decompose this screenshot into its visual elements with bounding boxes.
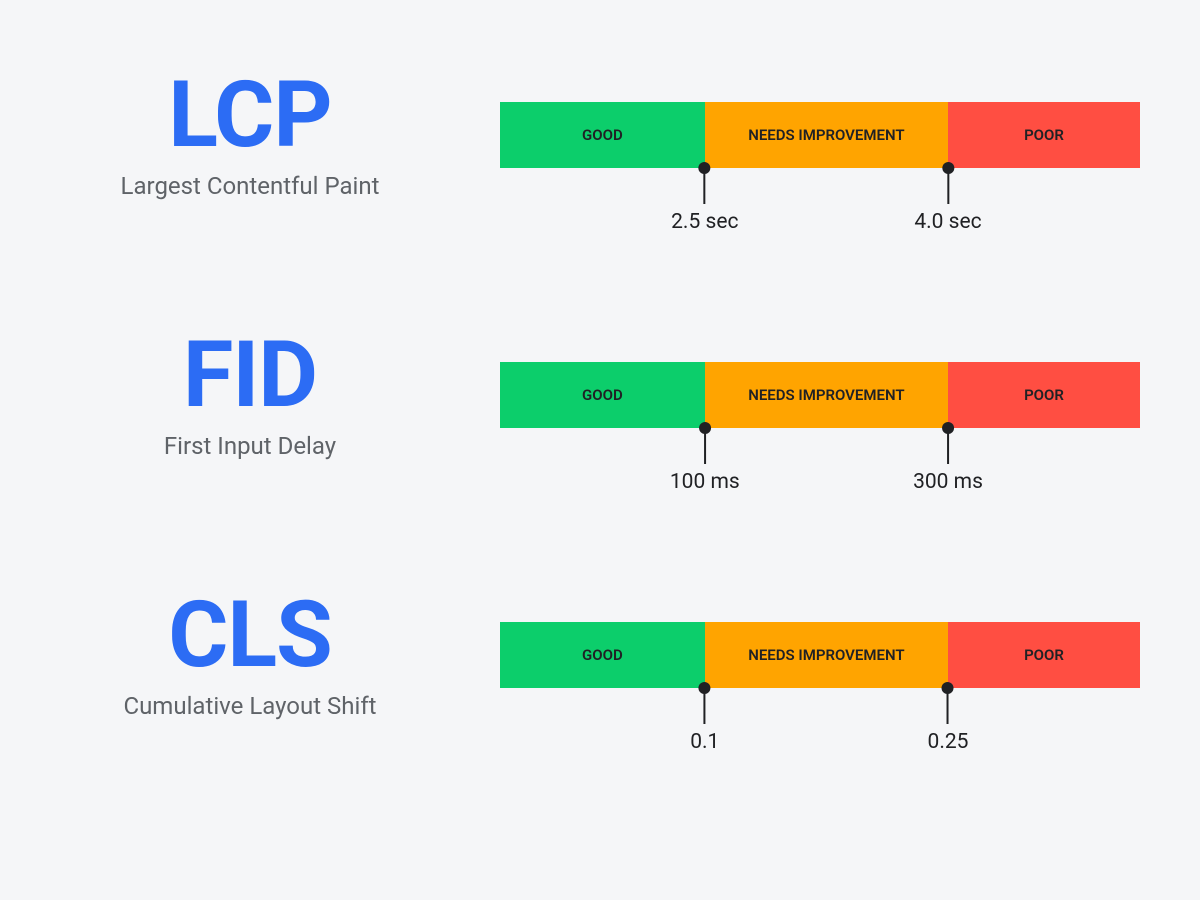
marker-line-icon [704, 172, 706, 204]
metric-abbr-cls: CLS [168, 590, 332, 682]
segment-poor-cls: POOR [948, 622, 1140, 688]
scale-bar-cls: GOOD NEEDS IMPROVEMENT POOR [500, 622, 1140, 688]
threshold-marker-lcp-1: 2.5 sec [671, 162, 738, 234]
segment-good-fid: GOOD [500, 362, 705, 428]
metric-abbr-fid: FID [183, 330, 317, 422]
segment-mid-lcp: NEEDS IMPROVEMENT [705, 102, 948, 168]
threshold-value-fid-2: 300 ms [913, 470, 983, 494]
segment-poor-fid: POOR [948, 362, 1140, 428]
metric-row-fid: FID First Input Delay GOOD NEEDS IMPROVE… [60, 330, 1140, 460]
metric-fullname-lcp: Largest Contentful Paint [121, 172, 380, 200]
threshold-marker-cls-1: 0.1 [690, 682, 719, 754]
core-web-vitals-diagram: LCP Largest Contentful Paint GOOD NEEDS … [60, 50, 1140, 720]
segment-good-cls: GOOD [500, 622, 705, 688]
segment-good-lcp: GOOD [500, 102, 705, 168]
threshold-marker-cls-2: 0.25 [928, 682, 969, 754]
scale-cls: GOOD NEEDS IMPROVEMENT POOR 0.1 0.25 [500, 622, 1140, 688]
segment-mid-cls: NEEDS IMPROVEMENT [705, 622, 948, 688]
threshold-value-cls-1: 0.1 [690, 730, 719, 754]
threshold-marker-fid-1: 100 ms [670, 422, 740, 494]
marker-line-icon [704, 692, 706, 724]
segment-mid-fid: NEEDS IMPROVEMENT [705, 362, 948, 428]
marker-line-icon [947, 432, 949, 464]
scale-fid: GOOD NEEDS IMPROVEMENT POOR 100 ms 300 m… [500, 362, 1140, 428]
scale-lcp: GOOD NEEDS IMPROVEMENT POOR 2.5 sec 4.0 … [500, 102, 1140, 168]
metric-abbr-lcp: LCP [168, 70, 331, 162]
scale-bar-fid: GOOD NEEDS IMPROVEMENT POOR [500, 362, 1140, 428]
marker-line-icon [704, 432, 706, 464]
threshold-marker-fid-2: 300 ms [913, 422, 983, 494]
metric-label-cls: CLS Cumulative Layout Shift [60, 590, 440, 720]
metric-row-lcp: LCP Largest Contentful Paint GOOD NEEDS … [60, 70, 1140, 200]
threshold-marker-lcp-2: 4.0 sec [914, 162, 981, 234]
threshold-value-cls-2: 0.25 [928, 730, 969, 754]
metric-fullname-fid: First Input Delay [164, 432, 336, 460]
metric-label-lcp: LCP Largest Contentful Paint [60, 70, 440, 200]
scale-bar-lcp: GOOD NEEDS IMPROVEMENT POOR [500, 102, 1140, 168]
marker-line-icon [947, 172, 949, 204]
segment-poor-lcp: POOR [948, 102, 1140, 168]
marker-line-icon [947, 692, 949, 724]
threshold-value-lcp-1: 2.5 sec [671, 210, 738, 234]
metric-fullname-cls: Cumulative Layout Shift [123, 692, 376, 720]
metric-row-cls: CLS Cumulative Layout Shift GOOD NEEDS I… [60, 590, 1140, 720]
threshold-value-lcp-2: 4.0 sec [914, 210, 981, 234]
threshold-value-fid-1: 100 ms [670, 470, 740, 494]
metric-label-fid: FID First Input Delay [60, 330, 440, 460]
